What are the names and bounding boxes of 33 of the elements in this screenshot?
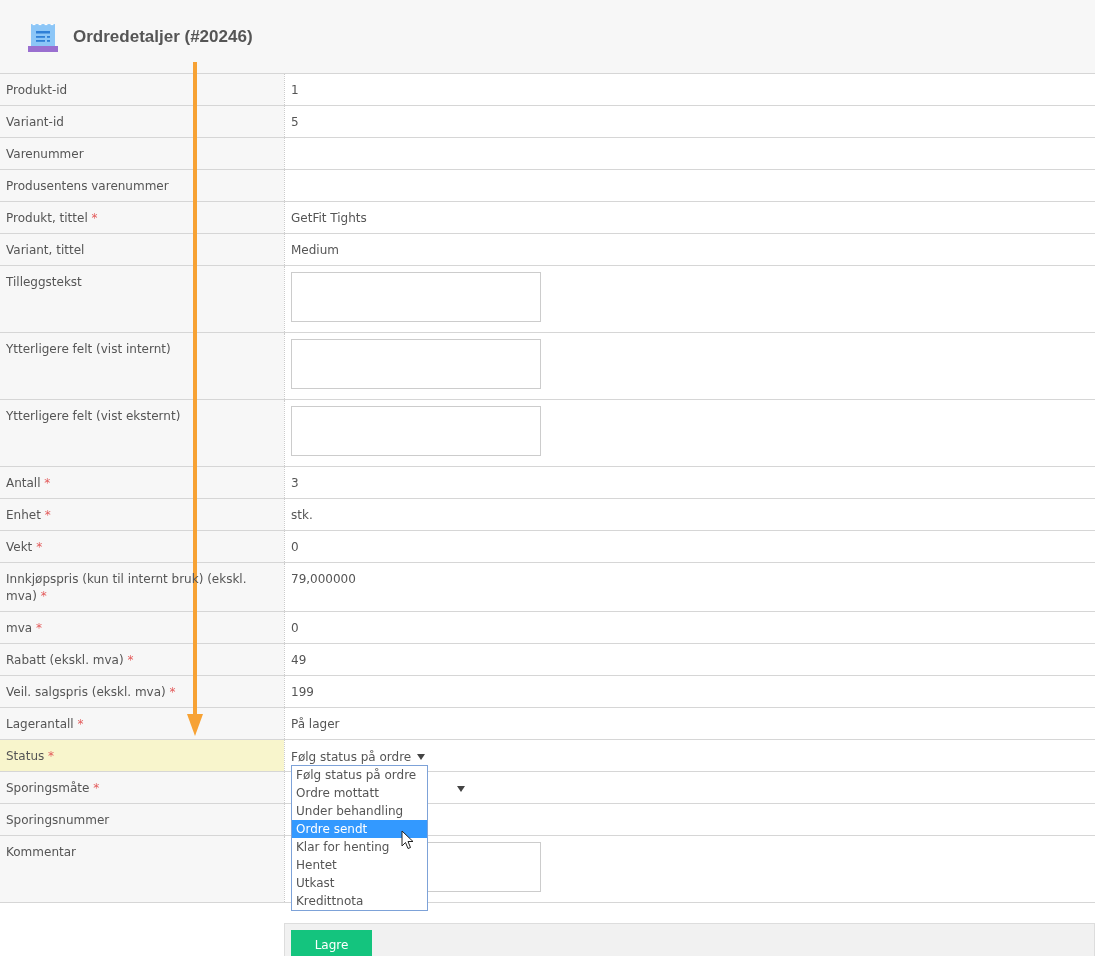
field-label: Variant-id (0, 106, 284, 137)
field-value: stk. (291, 507, 313, 524)
field-label: Enhet * (0, 499, 284, 530)
field-label: Produkt, tittel * (0, 202, 284, 233)
field-value: 0 (291, 620, 299, 637)
field-label: mva * (0, 612, 284, 643)
field-value: GetFit Tights (291, 210, 367, 227)
field-label: Varenummer (0, 138, 284, 169)
field-value: 5 (291, 114, 299, 131)
field-label: Veil. salgspris (ekskl. mva) * (0, 676, 284, 707)
field-value: På lager (291, 716, 340, 733)
field-value: 199 (291, 684, 314, 701)
field-label: Produsentens varenummer (0, 170, 284, 201)
field-label: Vekt * (0, 531, 284, 562)
field-value: Medium (291, 242, 339, 259)
field-label: Kommentar (0, 836, 284, 902)
field-label: Tilleggstekst (0, 266, 284, 332)
field-value: 3 (291, 475, 299, 492)
page-title: Ordredetaljer (#20246) (73, 26, 253, 47)
field-label: Status * (0, 740, 284, 771)
field-label: Sporingsmåte * (0, 772, 284, 803)
field-label: Rabatt (ekskl. mva) * (0, 644, 284, 675)
field-label: Variant, tittel (0, 234, 284, 265)
field-value: 1 (291, 82, 299, 99)
field-label: Sporingsnummer (0, 804, 284, 835)
field-value: 79,000000 (291, 571, 356, 588)
field-label: Antall * (0, 467, 284, 498)
field-label: Ytterligere felt (vist eksternt) (0, 400, 284, 466)
field-label: Ytterligere felt (vist internt) (0, 333, 284, 399)
field-label: Lagerantall * (0, 708, 284, 739)
field-value: 49 (291, 652, 307, 669)
field-label: Produkt-id (0, 74, 284, 105)
field-value: 0 (291, 539, 299, 556)
